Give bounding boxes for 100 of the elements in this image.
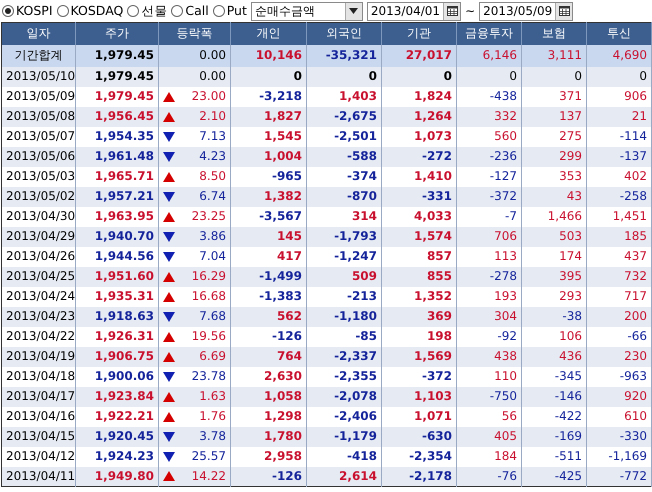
- table-cell: 436: [522, 346, 586, 366]
- table-cell: 0: [456, 66, 522, 86]
- radio-option[interactable]: KOSDAQ: [56, 2, 124, 20]
- table-cell: 503: [522, 226, 586, 246]
- table-cell: -2,178: [382, 466, 456, 486]
- table-cell: -236: [456, 146, 522, 166]
- table-cell: 2013/04/11: [2, 466, 76, 486]
- calendar-icon: [446, 6, 458, 16]
- column-header[interactable]: 외국인: [306, 22, 382, 44]
- table-cell: 1,264: [382, 106, 456, 126]
- table-cell-text: 23.00: [192, 88, 226, 105]
- table-cell-text: 19.56: [192, 328, 226, 345]
- date-field[interactable]: 2013/05/09: [479, 2, 574, 20]
- table-cell: 10,146: [230, 44, 306, 66]
- table-cell: -372: [456, 186, 522, 206]
- table-cell: 2013/04/25: [2, 266, 76, 286]
- table-cell: 1,956.45: [76, 106, 158, 126]
- table-cell: 1,103: [382, 386, 456, 406]
- table-cell: 3,111: [522, 44, 586, 66]
- column-header[interactable]: 주가: [76, 22, 158, 44]
- table-cell: 0: [306, 66, 382, 86]
- radio-option[interactable]: 선물: [127, 2, 168, 20]
- table-cell: -1,179: [306, 426, 382, 446]
- table-cell-text: 0.00: [199, 68, 226, 85]
- column-header[interactable]: 기관: [382, 22, 456, 44]
- table-cell: -870: [306, 186, 382, 206]
- table-cell: 1,058: [230, 386, 306, 406]
- table-cell: 1,957.21: [76, 186, 158, 206]
- table-cell-text: 4.23: [199, 148, 226, 165]
- table-cell: 1,827: [230, 106, 306, 126]
- table-cell: -425: [522, 466, 586, 486]
- table-cell-text: 7.04: [199, 248, 226, 265]
- radio-option[interactable]: Call: [171, 2, 209, 20]
- table-cell: 200: [586, 306, 652, 326]
- radio-option[interactable]: Put: [212, 2, 247, 20]
- table-cell-text: 7.68: [199, 308, 226, 325]
- table-cell: 1,923.84: [76, 386, 158, 406]
- table-cell: 43: [522, 186, 586, 206]
- table-cell: 509: [306, 266, 382, 286]
- table-cell: 21: [586, 106, 652, 126]
- table-cell: 1,949.80: [76, 466, 158, 486]
- table-cell: -588: [306, 146, 382, 166]
- table-cell: 706: [456, 226, 522, 246]
- table-cell: 2,614: [306, 466, 382, 486]
- table-cell: 764: [230, 346, 306, 366]
- table-cell: 2013/04/15: [2, 426, 76, 446]
- table-cell: 332: [456, 106, 522, 126]
- table-cell: 기간합계: [2, 44, 76, 66]
- table-cell: -330: [586, 426, 652, 446]
- table-cell: 1,940.70: [76, 226, 158, 246]
- table-cell: -2,078: [306, 386, 382, 406]
- table-cell: -35,321: [306, 44, 382, 66]
- table-cell: 2013/04/23: [2, 306, 76, 326]
- table-cell: 1,979.45: [76, 66, 158, 86]
- table-cell: 0: [522, 66, 586, 86]
- table-cell: -137: [586, 146, 652, 166]
- table-cell: -169: [522, 426, 586, 446]
- table-cell-text: 3.86: [199, 228, 226, 245]
- table-cell-text: 1.76: [199, 408, 226, 425]
- table-cell-text: 6.74: [199, 188, 226, 205]
- table-cell: 1,574: [382, 226, 456, 246]
- radio-option[interactable]: KOSPI: [2, 2, 53, 20]
- table-cell: -146: [522, 386, 586, 406]
- table-cell: 1,951.60: [76, 266, 158, 286]
- table-cell: 2013/04/19: [2, 346, 76, 366]
- table-cell: -126: [230, 466, 306, 486]
- column-header[interactable]: 일자: [2, 22, 76, 44]
- table-cell-text: 14.22: [192, 468, 226, 485]
- table-cell: 1,569: [382, 346, 456, 366]
- table-cell-text: 23.78: [192, 368, 226, 385]
- table-cell: -272: [382, 146, 456, 166]
- table-cell: 4,690: [586, 44, 652, 66]
- table-cell: 1,780: [230, 426, 306, 446]
- table-cell: 185: [586, 226, 652, 246]
- table-cell: 405: [456, 426, 522, 446]
- caret-icon: [349, 8, 358, 14]
- table-cell-text: 2.10: [199, 108, 226, 125]
- table-cell-text: 0.00: [199, 47, 226, 64]
- column-header[interactable]: 투신: [586, 22, 652, 44]
- table-cell: 732: [586, 266, 652, 286]
- table-cell: 6,146: [456, 44, 522, 66]
- table-cell-text: 6.69: [199, 348, 226, 365]
- table-cell: 2013/05/08: [2, 106, 76, 126]
- column-header[interactable]: 금융투자: [456, 22, 522, 44]
- table-cell-text: 3.78: [199, 428, 226, 445]
- table-cell-text: 16.29: [192, 268, 226, 285]
- table-cell: -76: [456, 466, 522, 486]
- column-header[interactable]: 개인: [230, 22, 306, 44]
- column-header[interactable]: 등락폭: [158, 22, 230, 44]
- table-cell: -1,180: [306, 306, 382, 326]
- measure-dropdown[interactable]: 순매수금액: [250, 2, 363, 20]
- table-cell: 230: [586, 346, 652, 366]
- table-cell-text: 7.13: [199, 128, 226, 145]
- date-field[interactable]: 2013/04/01: [366, 2, 462, 20]
- table-cell: 299: [522, 146, 586, 166]
- column-header[interactable]: 보험: [522, 22, 586, 44]
- table-cell: 0: [382, 66, 456, 86]
- table-cell-text: 23.25: [192, 208, 226, 225]
- calendar-icon: [558, 6, 570, 16]
- table-cell: 137: [522, 106, 586, 126]
